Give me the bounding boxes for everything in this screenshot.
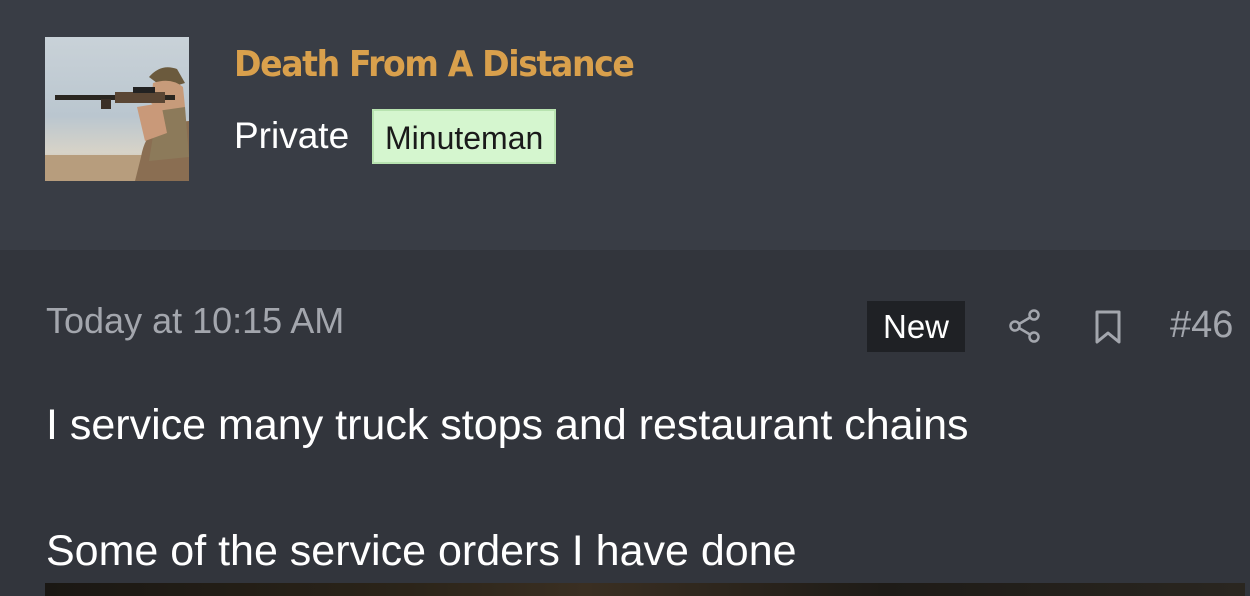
avatar[interactable] xyxy=(45,37,189,181)
rifleman-avatar-icon xyxy=(45,37,189,181)
post-text-line: Some of the service orders I have done xyxy=(46,527,797,575)
post-number-link[interactable]: #46 xyxy=(1170,304,1233,347)
user-rank: Private xyxy=(234,115,350,156)
username-link[interactable]: Death From A Distance xyxy=(234,44,635,85)
share-icon[interactable] xyxy=(1007,308,1043,344)
bookmark-icon[interactable] xyxy=(1093,310,1123,344)
post-timestamp[interactable]: Today at 10:15 AM xyxy=(46,300,344,342)
user-badge: Minuteman xyxy=(372,109,557,164)
message-user-header: Death From A Distance Private Minuteman xyxy=(0,0,1250,250)
post-text-line: I service many truck stops and restauran… xyxy=(46,401,969,449)
attached-image[interactable] xyxy=(45,583,1245,596)
message-body: Today at 10:15 AM New #46 I service many… xyxy=(0,250,1250,596)
new-indicator: New xyxy=(867,301,965,352)
